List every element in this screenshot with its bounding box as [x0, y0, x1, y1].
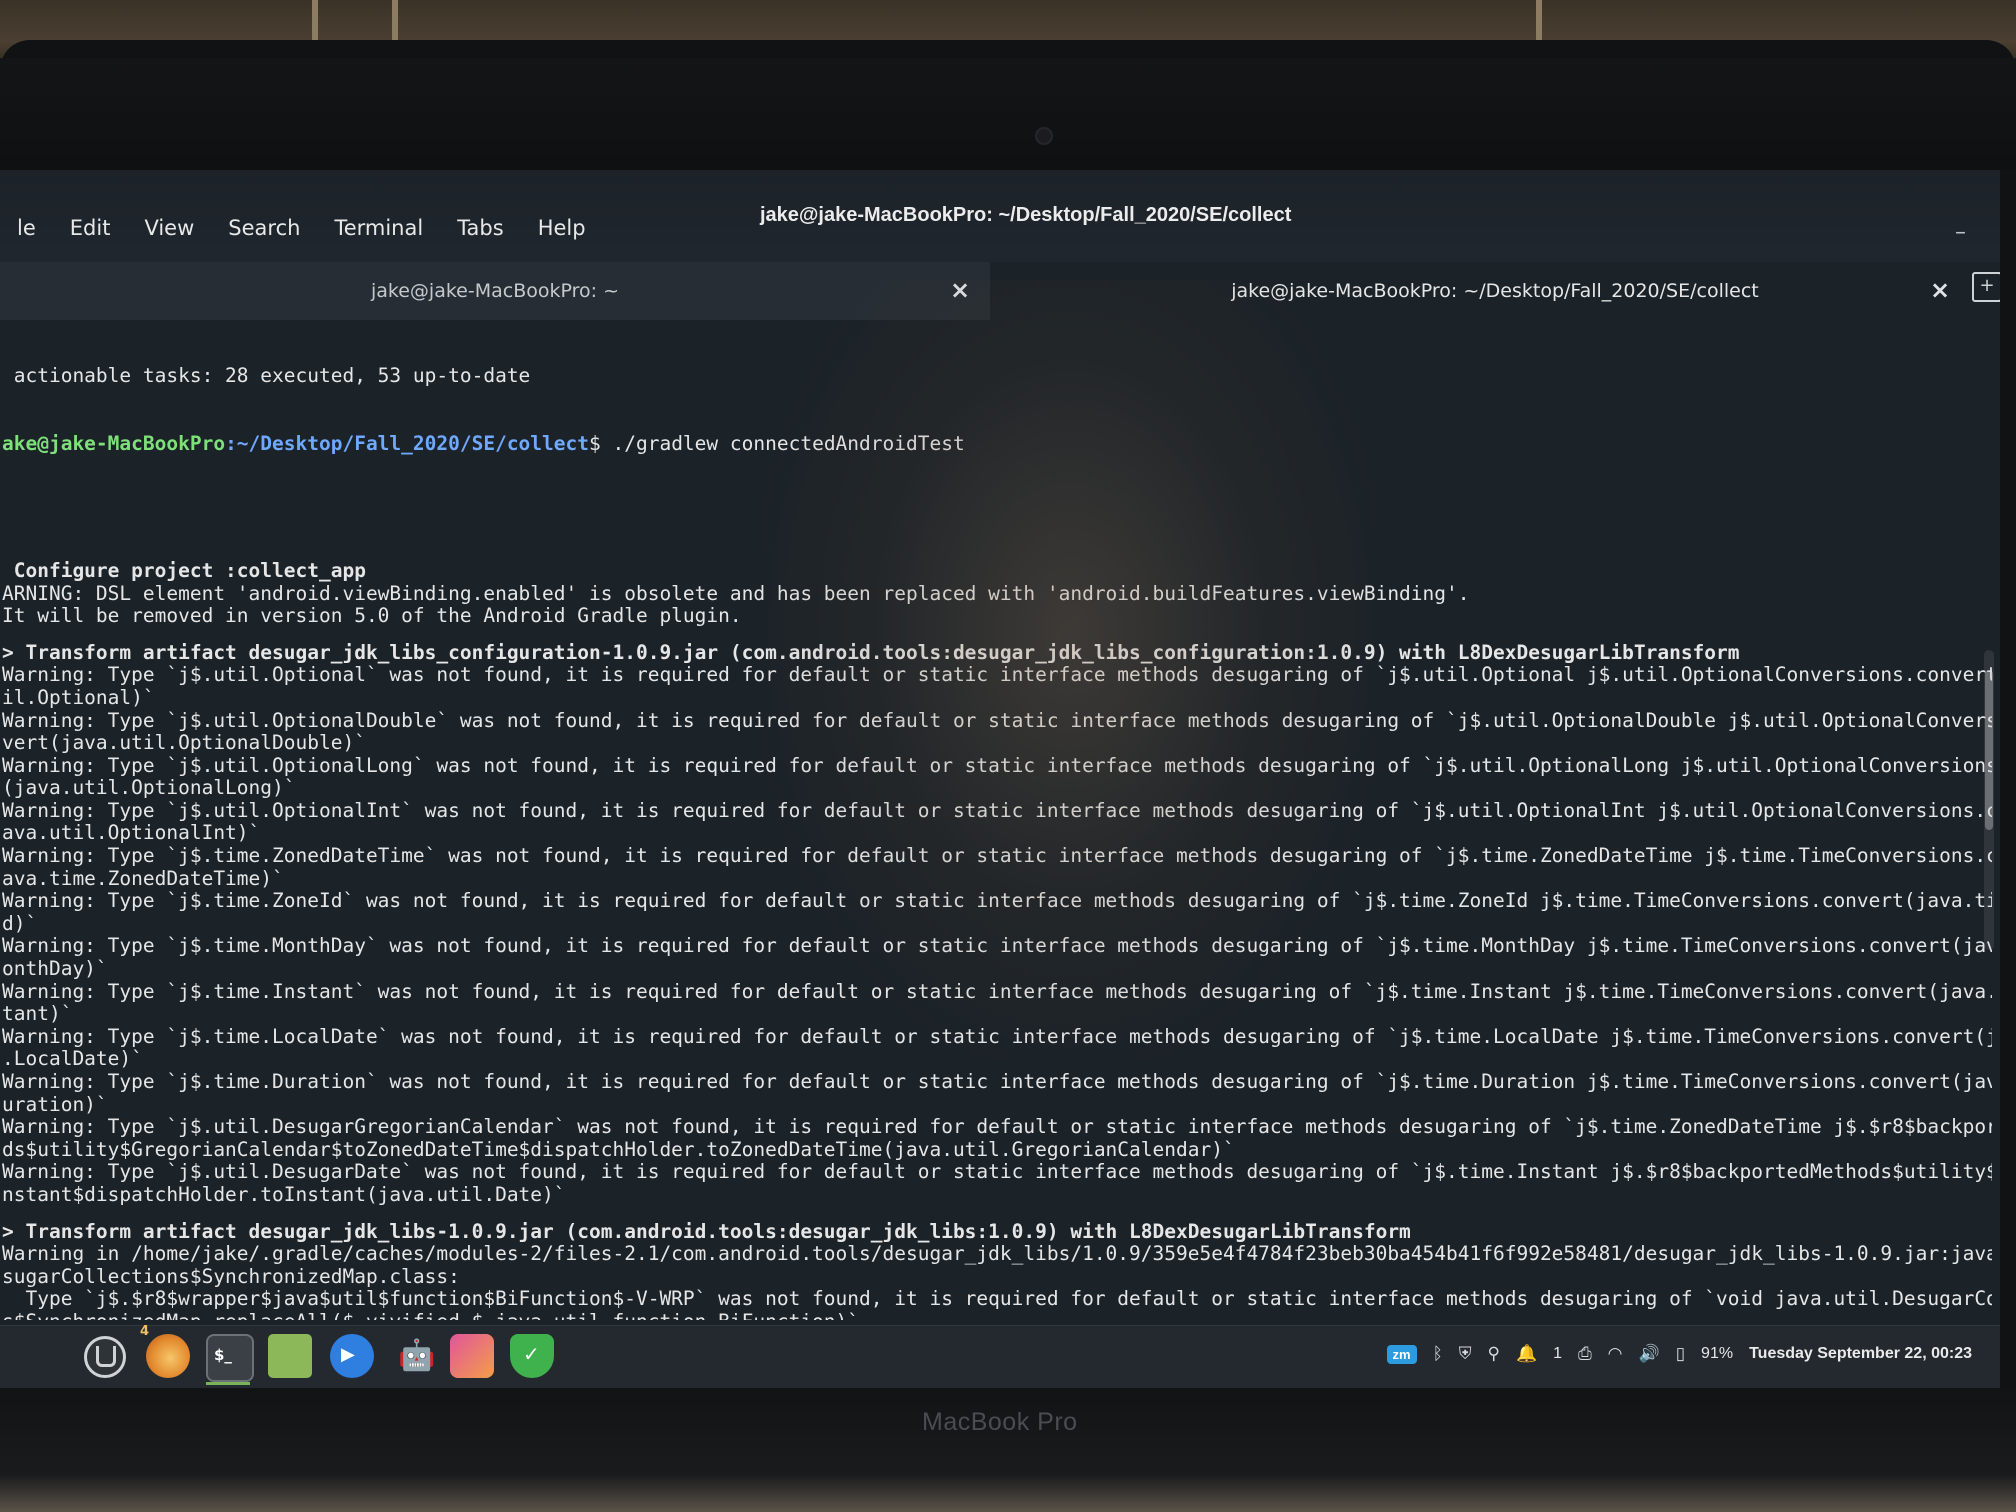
terminal-line: Warning: Type `j$.time.Instant` was not …: [2, 979, 1992, 1003]
terminal-line: vert(java.util.OptionalDouble)`: [2, 731, 366, 755]
taskbar-panel: 4 $_ ▶ 🤖 ✓ zm ᛒ ⛨ ⚲ 🔔 1 ⎙ ◠ 🔊 ▯ 91% Tues…: [0, 1324, 2000, 1388]
top-bezel: [0, 58, 2016, 170]
tab-collect[interactable]: jake@jake-MacBookPro: ~/Desktop/Fall_202…: [990, 262, 2000, 320]
terminal-line: Warning: Type `j$.util.DesugarDate` was …: [2, 1160, 1992, 1184]
zoom-tray-icon[interactable]: zm: [1386, 1344, 1417, 1364]
scrollbar-thumb[interactable]: [1985, 670, 1993, 830]
terminal-line: (java.util.OptionalLong)`: [2, 776, 296, 800]
tab-label: jake@jake-MacBookPro: ~: [370, 280, 619, 302]
terminal-line: Warning: Type `j$.util.DesugarGregorianC…: [2, 1115, 1992, 1139]
window-title: jake@jake-MacBookPro: ~/Desktop/Fall_202…: [760, 204, 1292, 226]
notification-icon[interactable]: 🔔: [1516, 1344, 1537, 1364]
laptop-screen: le Edit View Search Terminal Tabs Help j…: [0, 170, 2000, 1388]
tab-home[interactable]: jake@jake-MacBookPro: ~: [0, 262, 990, 320]
notification-count: 1: [1553, 1345, 1563, 1362]
system-tray: zm ᛒ ⛨ ⚲ 🔔 1 ⎙ ◠ 🔊 ▯ 91% Tuesday Septemb…: [1386, 1344, 1972, 1364]
terminal-line: Warning: Type `j$.time.LocalDate` was no…: [2, 1024, 1992, 1048]
terminal-line: onthDay)`: [2, 957, 108, 981]
menu-search[interactable]: Search: [211, 208, 317, 248]
firefox-icon[interactable]: 4: [140, 1324, 190, 1378]
terminal-line: Warning: Type `j$.util.OptionalDouble` w…: [2, 708, 1992, 732]
menu-edit[interactable]: Edit: [53, 208, 128, 248]
terminal-output[interactable]: actionable tasks: 28 executed, 53 up-to-…: [0, 320, 1992, 1320]
prompt-path: :~/Desktop/Fall_2020/SE/collect: [225, 431, 590, 455]
tab-bar: jake@jake-MacBookPro: ~ × jake@jake-MacB…: [0, 262, 2000, 320]
minimize-icon[interactable]: –: [1955, 220, 1966, 245]
macbook-logo-text: MacBook Pro: [922, 1408, 1078, 1436]
battery-icon[interactable]: ▯: [1676, 1344, 1685, 1364]
printer-icon[interactable]: ⎙: [1578, 1344, 1592, 1364]
terminal-line: d)`: [2, 911, 38, 935]
terminal-line: nstant$dispatchHolder.toInstant(java.uti…: [2, 1182, 566, 1206]
terminal-line: Warning: Type `j$.time.ZoneId` was not f…: [2, 889, 1992, 913]
zoom-icon[interactable]: ▶: [330, 1334, 374, 1378]
files-folder-icon[interactable]: [268, 1334, 312, 1378]
tab-close-icon[interactable]: ×: [1930, 276, 1950, 304]
terminal-line: Configure project :collect_app: [2, 558, 366, 582]
menu-help[interactable]: Help: [521, 208, 603, 248]
update-shield-icon[interactable]: ✓: [510, 1334, 554, 1378]
prompt-user: ake@jake-MacBookPro: [2, 431, 226, 455]
terminal-line: Warning: Type `j$.time.MonthDay` was not…: [2, 934, 1992, 958]
terminal-lines: Configure project :collect_app ARNING: DS…: [2, 558, 1992, 1320]
command-text: $ ./gradlew connectedAndroidTest: [589, 431, 965, 455]
terminal-line: ava.time.ZonedDateTime)`: [2, 866, 284, 890]
terminal-line: Warning in /home/jake/.gradle/caches/mod…: [2, 1242, 1992, 1266]
location-icon[interactable]: ⚲: [1488, 1344, 1500, 1364]
terminal-line: > Transform artifact desugar_jdk_libs_co…: [2, 640, 1740, 664]
terminal-line: Warning: Type `j$.util.OptionalLong` was…: [2, 753, 1992, 777]
webcam: [1035, 127, 1053, 145]
volume-icon[interactable]: 🔊: [1639, 1344, 1660, 1364]
bottom-bezel: MacBook Pro: [0, 1388, 2016, 1512]
terminal-line: uration)`: [2, 1092, 108, 1116]
image-viewer-icon[interactable]: [450, 1334, 494, 1378]
active-indicator: [206, 1382, 250, 1385]
new-tab-icon[interactable]: +: [1972, 272, 2000, 302]
firefox-badge: 4: [140, 1324, 150, 1339]
terminal-line: Warning: Type `j$.time.Duration` was not…: [2, 1070, 1992, 1093]
terminal-line: il.Optional)`: [2, 685, 155, 709]
terminal-line: actionable tasks: 28 executed, 53 up-to-…: [2, 364, 531, 388]
wifi-icon[interactable]: ◠: [1608, 1344, 1623, 1364]
clock[interactable]: Tuesday September 22, 00:23: [1749, 1345, 1972, 1363]
menu-bar: le Edit View Search Terminal Tabs Help: [0, 208, 603, 248]
terminal-line: Warning: Type `j$.util.OptionalInt` was …: [2, 798, 1992, 822]
terminal-line: Type `j$.$r8$wrapper$java$util$function$…: [2, 1287, 1992, 1311]
terminal-icon[interactable]: $_: [206, 1334, 254, 1382]
tab-close-icon[interactable]: ×: [950, 276, 970, 304]
menu-terminal[interactable]: Terminal: [317, 208, 440, 248]
android-studio-icon[interactable]: 🤖: [392, 1334, 436, 1378]
prompt-line: ake@jake-MacBookPro:~/Desktop/Fall_2020/…: [2, 431, 1992, 456]
menu-file[interactable]: le: [0, 208, 53, 248]
terminal-line: Warning: Type `j$.time.ZonedDateTime` wa…: [2, 844, 1992, 868]
terminal-line: tant)`: [2, 1002, 73, 1026]
terminal-line: sugarCollections$SynchronizedMap.class:: [2, 1264, 460, 1288]
terminal-line: .LocalDate)`: [2, 1047, 143, 1071]
terminal-line: s$SynchronizedMap.replaceAll($-vivified-…: [2, 1310, 1992, 1320]
mint-menu-icon[interactable]: [84, 1336, 126, 1378]
bluetooth-icon[interactable]: ᛒ: [1433, 1344, 1443, 1364]
terminal-line: ARNING: DSL element 'android.viewBinding…: [2, 581, 1470, 605]
terminal-line: > Transform artifact desugar_jdk_libs-1.…: [2, 1219, 1411, 1243]
terminal-line: ds$utility$GregorianCalendar$toZonedDate…: [2, 1137, 1235, 1161]
battery-percent: 91%: [1701, 1345, 1734, 1362]
menu-tabs[interactable]: Tabs: [440, 208, 521, 248]
terminal-line: Warning: Type `j$.util.Optional` was not…: [2, 663, 1992, 687]
terminal-line: It will be removed in version 5.0 of the…: [2, 604, 742, 628]
menu-view[interactable]: View: [127, 208, 211, 248]
tab-label: jake@jake-MacBookPro: ~/Desktop/Fall_202…: [1231, 280, 1759, 302]
shield-tray-icon[interactable]: ⛨: [1459, 1344, 1472, 1364]
terminal-line: ava.util.OptionalInt)`: [2, 821, 261, 845]
terminal-glyph: $_: [214, 1346, 232, 1364]
